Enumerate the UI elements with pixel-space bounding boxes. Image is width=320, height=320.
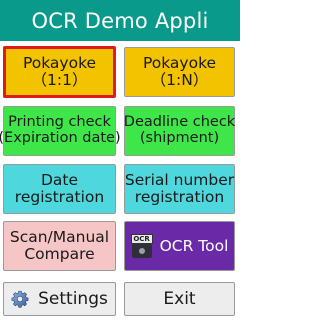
scan-manual-compare-label: Scan/Manual [9,228,110,247]
pokayoke-1-1-mode: （1:1） [31,71,88,89]
serial-number-registration-label: Serial number [124,171,235,190]
app-title: OCR Demo Appli [31,8,209,33]
scan-manual-compare-sublabel: Compare [24,245,95,263]
ocr-tool-label: OCR Tool [159,236,229,255]
pokayoke-1-n-button[interactable]: Pokayoke （1:N） [124,47,235,97]
camera-ocr-icon: OCR [130,234,153,258]
printing-check-button[interactable]: Printing check (Expiration date) [0,106,121,156]
date-registration-sublabel: registration [14,188,105,206]
exit-label: Exit [163,288,196,309]
deadline-check-button[interactable]: Deadline check (shipment) [124,106,235,156]
pokayoke-1-n-label: Pokayoke [142,54,217,73]
printing-check-sublabel: (Expiration date) [0,130,121,146]
date-registration-label: Date [40,171,79,190]
settings-button[interactable]: Settings [3,282,116,316]
scan-manual-compare-button[interactable]: Scan/Manual Compare [3,221,116,271]
gear-icon [11,290,29,308]
serial-number-registration-sublabel: registration [134,188,225,206]
deadline-check-sublabel: (shipment) [139,130,220,146]
deadline-check-label: Deadline check [123,114,236,131]
ocr-tool-button[interactable]: OCR OCR Tool [124,221,235,271]
app-title-bar: OCR Demo Appli [0,0,240,41]
pokayoke-1-1-label: Pokayoke [22,54,97,73]
settings-label: Settings [38,288,108,309]
pokayoke-1-1-button[interactable]: Pokayoke （1:1） [3,46,116,98]
serial-number-registration-button[interactable]: Serial number registration [124,164,235,214]
date-registration-button[interactable]: Date registration [3,164,116,214]
printing-check-label: Printing check [8,114,111,131]
pokayoke-1-n-mode: （1:N） [150,71,209,89]
camera-body-icon [131,244,152,258]
ocr-icon-tag: OCR [130,234,153,244]
exit-button[interactable]: Exit [124,282,235,316]
